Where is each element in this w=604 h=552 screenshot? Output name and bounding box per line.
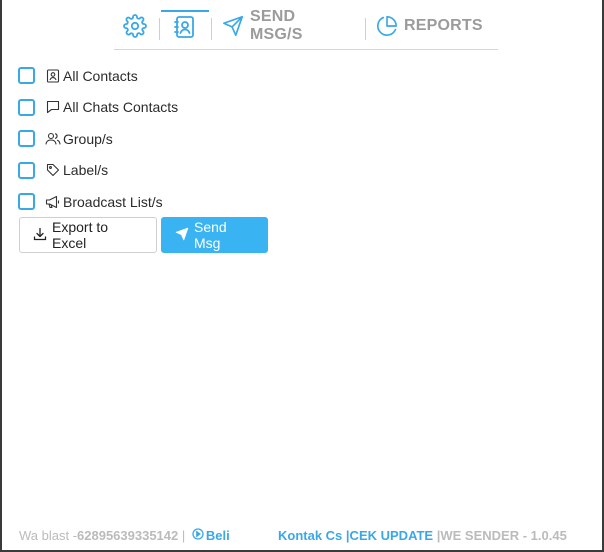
footer-pipe: |	[178, 528, 189, 543]
export-to-excel-button[interactable]: Export to Excel	[19, 217, 157, 253]
checkbox[interactable]	[18, 161, 35, 179]
option-label: All Contacts	[63, 67, 138, 84]
tab-contacts[interactable]	[161, 10, 209, 42]
download-icon	[33, 227, 52, 244]
tab-settings[interactable]	[120, 8, 150, 44]
checkbox[interactable]	[18, 98, 35, 116]
footer-phone: 62895639335142	[77, 528, 179, 543]
recipient-options: All Contacts All Chats Contacts Group/s …	[18, 60, 418, 218]
contact-card-icon	[45, 68, 61, 84]
tab-divider	[211, 18, 212, 40]
gear-icon	[123, 14, 147, 38]
option-label: Label/s	[63, 162, 109, 179]
users-icon	[45, 131, 61, 147]
option-labels[interactable]: Label/s	[18, 155, 418, 187]
option-label: All Chats Contacts	[63, 99, 179, 116]
tab-bar: SEND MSG/S REPORTS	[114, 8, 498, 50]
paper-plane-icon	[222, 15, 244, 37]
footer-links: Kontak Cs |CEK UPDATE |WE SENDER - 1.0.4…	[278, 528, 567, 543]
beli-link[interactable]: Beli	[192, 528, 230, 543]
checkbox[interactable]	[18, 130, 35, 148]
pie-chart-icon	[376, 15, 398, 37]
option-broadcast-lists[interactable]: Broadcast List/s	[18, 186, 418, 218]
kontak-cs-link[interactable]: Kontak Cs	[278, 528, 342, 543]
extension-panel: SEND MSG/S REPORTS All Contacts All Chat…	[0, 0, 604, 552]
paper-plane-icon	[175, 227, 194, 244]
option-groups[interactable]: Group/s	[18, 123, 418, 155]
cek-update-link[interactable]: |CEK UPDATE	[346, 528, 433, 543]
footer-app-name: Wa blast -	[19, 528, 78, 543]
option-all-chats-contacts[interactable]: All Chats Contacts	[18, 92, 418, 124]
tab-divider	[365, 18, 366, 40]
version-text: |WE SENDER - 1.0.45	[436, 528, 567, 543]
contact-book-icon	[174, 15, 196, 39]
checkbox[interactable]	[18, 193, 35, 211]
option-all-contacts[interactable]: All Contacts	[18, 60, 418, 92]
tab-send-messages[interactable]: SEND MSG/S	[222, 8, 352, 44]
megaphone-icon	[45, 194, 61, 210]
option-label: Group/s	[63, 130, 113, 147]
play-circle-icon	[192, 528, 206, 543]
send-msg-button[interactable]: Send Msg	[161, 217, 268, 253]
tab-reports-label: REPORTS	[404, 17, 483, 34]
beli-label: Beli	[205, 528, 230, 543]
checkbox[interactable]	[18, 67, 35, 85]
chat-bubble-icon	[45, 99, 61, 115]
action-buttons: Export to Excel Send Msg	[19, 217, 268, 253]
send-button-label: Send Msg	[194, 219, 227, 251]
tab-reports[interactable]: REPORTS	[376, 8, 498, 44]
option-label: Broadcast List/s	[63, 193, 163, 210]
export-button-label: Export to Excel	[52, 219, 109, 251]
tab-divider	[159, 18, 160, 40]
footer: Wa blast - 62895639335142 | Beli Kontak …	[19, 528, 567, 543]
tab-send-label: SEND MSG/S	[250, 8, 303, 43]
tag-icon	[45, 162, 61, 178]
